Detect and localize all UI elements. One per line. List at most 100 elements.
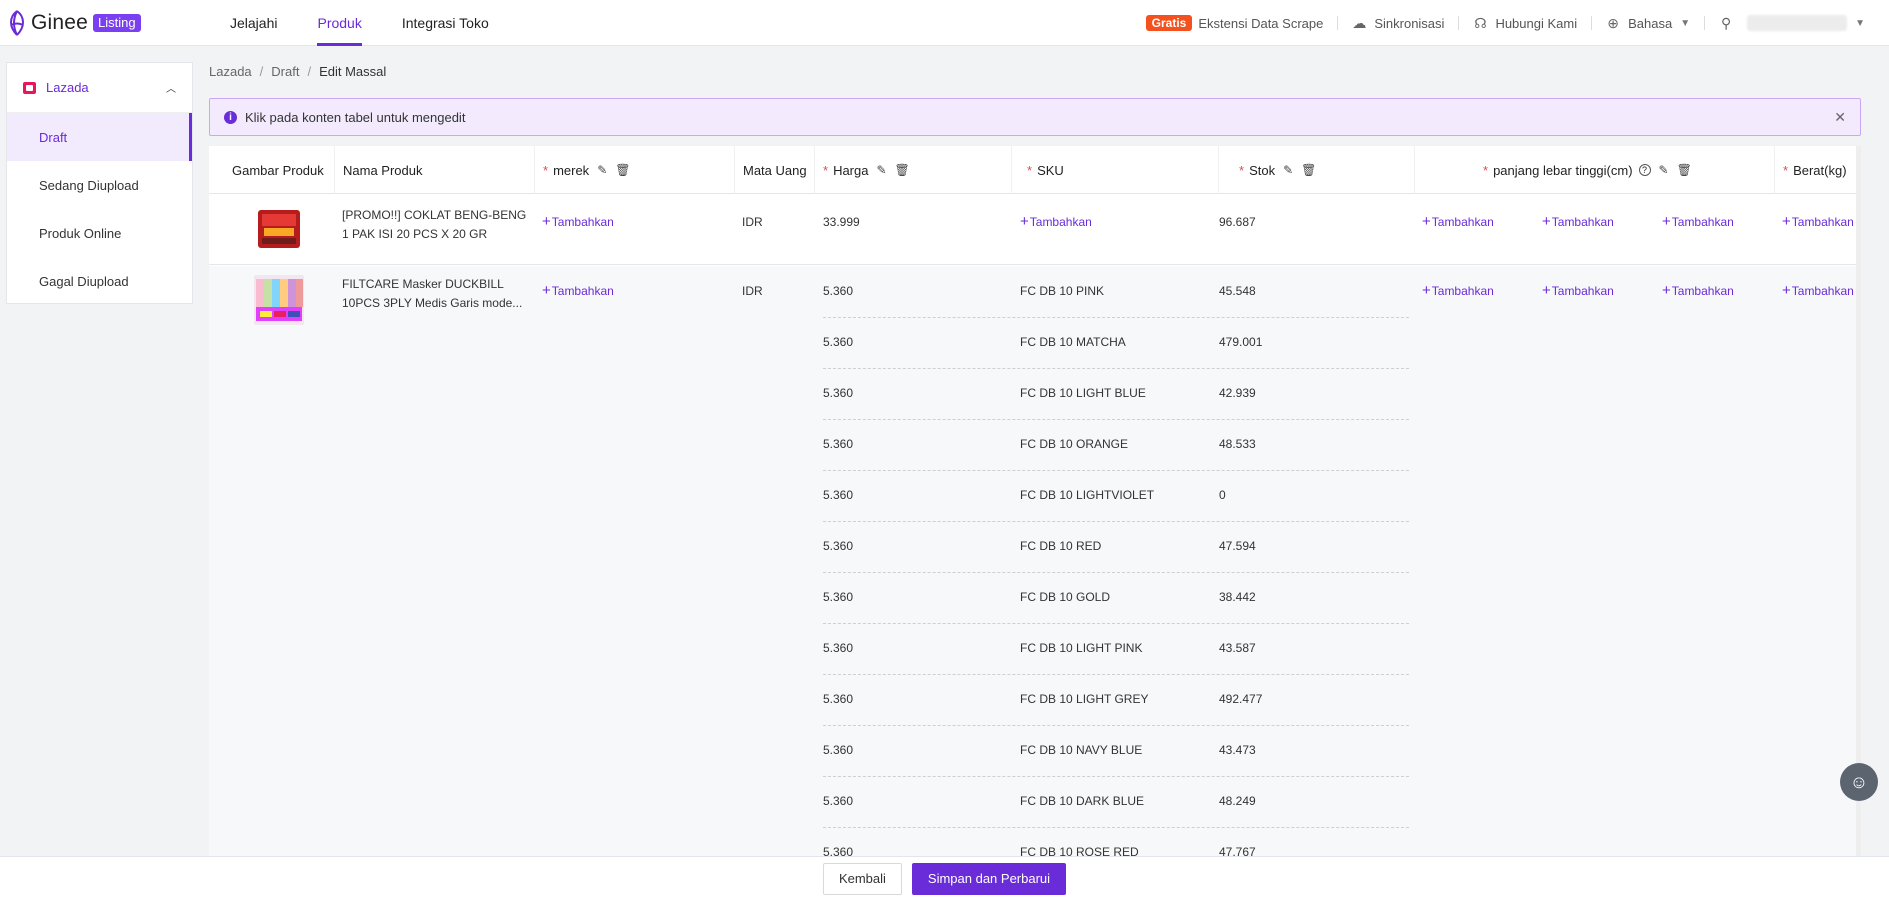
listing-badge: Listing — [93, 13, 141, 32]
close-icon[interactable]: ✕ — [1834, 109, 1846, 126]
variant-sku[interactable]: FC DB 10 GOLD — [1020, 590, 1110, 604]
brand-add-button[interactable]: Tambahkan — [542, 213, 614, 230]
variant-sku[interactable]: FC DB 10 ORANGE — [1020, 437, 1128, 451]
variant-stock[interactable]: 42.939 — [1219, 386, 1256, 400]
product-image[interactable] — [254, 204, 304, 254]
variant-sku[interactable]: FC DB 10 LIGHT PINK — [1020, 641, 1142, 655]
variant-stock[interactable]: 38.442 — [1219, 590, 1256, 604]
length-add-button[interactable]: Tambahkan — [1422, 282, 1494, 299]
height-add-button[interactable]: Tambahkan — [1662, 213, 1734, 230]
variant-price[interactable]: 5.360 — [823, 437, 853, 451]
trash-icon[interactable]: 🗑 — [895, 163, 910, 177]
variant-price[interactable]: 5.360 — [823, 590, 853, 604]
col-image: Gambar Produk — [224, 146, 334, 194]
variant-stock[interactable]: 47.767 — [1219, 845, 1256, 856]
chat-support-button[interactable]: ☺ — [1840, 763, 1878, 801]
variant-stock[interactable]: 492.477 — [1219, 692, 1262, 706]
variant-price[interactable]: 5.360 — [823, 692, 853, 706]
language-select[interactable]: ⊕ Bahasa ▼ — [1592, 0, 1704, 46]
table-row[interactable]: FILTCARE Masker DUCKBILL 10PCS 3PLY Medi… — [209, 266, 1861, 856]
variant-stock[interactable]: 48.249 — [1219, 794, 1256, 808]
nav-jelajahi[interactable]: Jelajahi — [214, 0, 293, 46]
weight-add-button[interactable]: Tambahkan — [1782, 213, 1854, 230]
sync-button[interactable]: ☁ Sinkronisasi — [1338, 0, 1458, 46]
variant-sku[interactable]: FC DB 10 LIGHT BLUE — [1020, 386, 1146, 400]
variant-divider — [823, 419, 1409, 420]
breadcrumb-separator: / — [307, 64, 312, 79]
table-row[interactable]: [PROMO!!] COKLAT BENG-BENG 1 PAK ISI 20 … — [209, 195, 1861, 265]
breadcrumb-lazada[interactable]: Lazada — [209, 64, 252, 79]
trash-icon[interactable]: 🗑 — [615, 163, 630, 177]
trash-icon[interactable]: 🗑 — [1677, 163, 1692, 177]
variant-price[interactable]: 5.360 — [823, 845, 853, 856]
brand-add-button[interactable]: Tambahkan — [542, 282, 614, 299]
variant-price[interactable]: 5.360 — [823, 539, 853, 553]
edit-icon[interactable]: ✎ — [1283, 163, 1293, 177]
contact-button[interactable]: ☊ Hubungi Kami — [1459, 0, 1591, 46]
variant-divider — [823, 521, 1409, 522]
variant-price[interactable]: 5.360 — [823, 641, 853, 655]
variant-stock[interactable]: 0 — [1219, 488, 1226, 502]
variant-price[interactable]: 5.360 — [823, 488, 853, 502]
product-image[interactable] — [254, 275, 304, 325]
variant-sku[interactable]: FC DB 10 LIGHT GREY — [1020, 692, 1148, 706]
variant-sku[interactable]: FC DB 10 ROSE RED — [1020, 845, 1139, 856]
product-name[interactable]: FILTCARE Masker DUCKBILL 10PCS 3PLY Medi… — [342, 275, 532, 313]
sidebar-item-draft[interactable]: Draft — [7, 113, 192, 161]
weight-add-button[interactable]: Tambahkan — [1782, 282, 1854, 299]
user-name-redacted — [1747, 15, 1848, 31]
price-value[interactable]: 33.999 — [823, 215, 860, 229]
variant-stock[interactable]: 43.587 — [1219, 641, 1256, 655]
sidebar-item-produk-online[interactable]: Produk Online — [7, 209, 192, 257]
col-sku: * SKU — [1011, 146, 1218, 194]
variant-sku[interactable]: FC DB 10 LIGHTVIOLET — [1020, 488, 1154, 502]
col-price-label: Harga — [833, 162, 869, 178]
required-mark: * — [1483, 162, 1489, 178]
sync-label: Sinkronisasi — [1374, 15, 1445, 31]
variant-stock[interactable]: 479.001 — [1219, 335, 1262, 349]
variant-price[interactable]: 5.360 — [823, 335, 853, 349]
nav-produk[interactable]: Produk — [301, 0, 377, 46]
sku-add-button[interactable]: Tambahkan — [1020, 213, 1092, 230]
sidebar-group-lazada[interactable]: Lazada ︿ — [7, 63, 192, 113]
edit-icon[interactable]: ✎ — [876, 163, 886, 177]
back-button[interactable]: Kembali — [822, 862, 902, 895]
variant-stock[interactable]: 47.594 — [1219, 539, 1256, 553]
variant-sku[interactable]: FC DB 10 RED — [1020, 539, 1101, 553]
variant-stock[interactable]: 48.533 — [1219, 437, 1256, 451]
variant-sku[interactable]: FC DB 10 PINK — [1020, 284, 1104, 298]
table-scrollbar[interactable] — [1856, 146, 1861, 856]
nav-integrasi-toko[interactable]: Integrasi Toko — [386, 0, 505, 46]
variant-sku[interactable]: FC DB 10 DARK BLUE — [1020, 794, 1144, 808]
save-and-update-button[interactable]: Simpan dan Perbarui — [911, 862, 1067, 895]
sidebar-item-gagal-diupload[interactable]: Gagal Diupload — [7, 257, 192, 305]
user-menu[interactable]: ⚲ ▼ — [1705, 0, 1889, 46]
length-add-button[interactable]: Tambahkan — [1422, 213, 1494, 230]
height-add-button[interactable]: Tambahkan — [1662, 282, 1734, 299]
edit-icon[interactable]: ✎ — [1659, 163, 1669, 177]
variant-sku[interactable]: FC DB 10 MATCHA — [1020, 335, 1126, 349]
sidebar-item-sedang-diupload[interactable]: Sedang Diupload — [7, 161, 192, 209]
edit-icon[interactable]: ✎ — [597, 163, 607, 177]
variant-sku[interactable]: FC DB 10 NAVY BLUE — [1020, 743, 1142, 757]
product-name[interactable]: [PROMO!!] COKLAT BENG-BENG 1 PAK ISI 20 … — [342, 206, 532, 244]
width-add-button[interactable]: Tambahkan — [1542, 282, 1614, 299]
brand-logo[interactable]: Ginee Listing — [6, 9, 206, 37]
variant-divider — [823, 572, 1409, 573]
help-icon[interactable]: ? — [1638, 164, 1651, 176]
variant-divider — [823, 623, 1409, 624]
variant-price[interactable]: 5.360 — [823, 743, 853, 757]
variant-stock[interactable]: 43.473 — [1219, 743, 1256, 757]
width-add-button[interactable]: Tambahkan — [1542, 213, 1614, 230]
sidebar: Lazada ︿ Draft Sedang Diupload Produk On… — [6, 62, 193, 304]
variant-price[interactable]: 5.360 — [823, 386, 853, 400]
col-weight-label: Berat(kg) — [1793, 162, 1847, 178]
action-footer: Kembali Simpan dan Perbarui — [0, 856, 1889, 900]
breadcrumb-draft[interactable]: Draft — [271, 64, 299, 79]
stock-value[interactable]: 96.687 — [1219, 215, 1256, 229]
variant-stock[interactable]: 45.548 — [1219, 284, 1256, 298]
variant-price[interactable]: 5.360 — [823, 794, 853, 808]
variant-price[interactable]: 5.360 — [823, 284, 853, 298]
trash-icon[interactable]: 🗑 — [1301, 163, 1316, 177]
scrape-extension-link[interactable]: Gratis Ekstensi Data Scrape — [1132, 0, 1338, 46]
